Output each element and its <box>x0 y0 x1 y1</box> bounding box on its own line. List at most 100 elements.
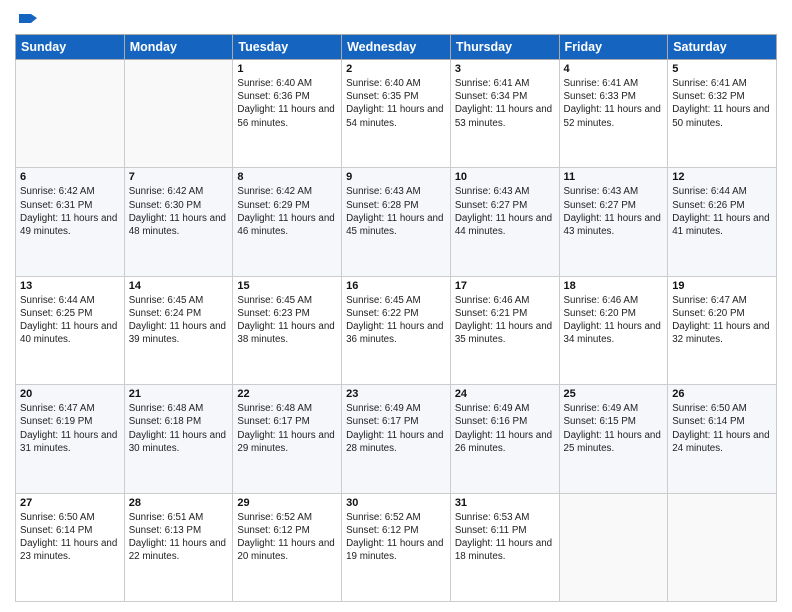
table-row <box>559 493 668 601</box>
table-row: 8 Sunrise: 6:42 AM Sunset: 6:29 PM Daylig… <box>233 168 342 276</box>
day-number: 5 <box>672 63 772 75</box>
day-number: 6 <box>20 171 120 183</box>
day-number: 30 <box>346 497 446 509</box>
table-row: 28 Sunrise: 6:51 AM Sunset: 6:13 PM Dayli… <box>124 493 233 601</box>
logo <box>15 10 39 26</box>
table-row: 11 Sunrise: 6:43 AM Sunset: 6:27 PM Dayli… <box>559 168 668 276</box>
day-number: 29 <box>237 497 337 509</box>
calendar-week-2: 13Sunrise: 6:44 AM Sunset: 6:25 PM Dayli… <box>16 276 777 384</box>
table-row: 27 Sunrise: 6:50 AM Sunset: 6:14 PM Dayli… <box>16 493 125 601</box>
col-friday: Friday <box>559 35 668 60</box>
table-row: 22Sunrise: 6:48 AM Sunset: 6:17 PM Dayli… <box>233 385 342 493</box>
day-number: 10 <box>455 171 555 183</box>
table-row: 23Sunrise: 6:49 AM Sunset: 6:17 PM Dayli… <box>342 385 451 493</box>
day-number: 27 <box>20 497 120 509</box>
day-number: 23 <box>346 388 446 400</box>
table-row <box>668 493 777 601</box>
day-info: Sunrise: 6:41 AM Sunset: 6:33 PM Dayligh… <box>564 77 664 130</box>
day-number: 28 <box>129 497 229 509</box>
table-row <box>124 60 233 168</box>
day-number: 16 <box>346 280 446 292</box>
table-row: 5 Sunrise: 6:41 AM Sunset: 6:32 PM Daylig… <box>668 60 777 168</box>
day-info: Sunrise: 6:50 AM Sunset: 6:14 PM Dayligh… <box>20 511 120 564</box>
day-info: Sunrise: 6:40 AM Sunset: 6:35 PM Dayligh… <box>346 77 446 130</box>
day-number: 20 <box>20 388 120 400</box>
day-info: Sunrise: 6:50 AM Sunset: 6:14 PM Dayligh… <box>672 402 772 455</box>
day-number: 12 <box>672 171 772 183</box>
day-number: 1 <box>237 63 337 75</box>
table-row <box>16 60 125 168</box>
table-row: 24 Sunrise: 6:49 AM Sunset: 6:16 PM Dayli… <box>450 385 559 493</box>
day-info: Sunrise: 6:41 AM Sunset: 6:34 PM Dayligh… <box>455 77 555 130</box>
day-number: 2 <box>346 63 446 75</box>
calendar-week-1: 6 Sunrise: 6:42 AM Sunset: 6:31 PM Daylig… <box>16 168 777 276</box>
table-row: 15Sunrise: 6:45 AM Sunset: 6:23 PM Dayli… <box>233 276 342 384</box>
table-row: 2 Sunrise: 6:40 AM Sunset: 6:35 PM Daylig… <box>342 60 451 168</box>
day-info: Sunrise: 6:53 AM Sunset: 6:11 PM Dayligh… <box>455 511 555 564</box>
day-number: 17 <box>455 280 555 292</box>
table-row: 3 Sunrise: 6:41 AM Sunset: 6:34 PM Daylig… <box>450 60 559 168</box>
day-info: Sunrise: 6:46 AM Sunset: 6:21 PM Dayligh… <box>455 294 555 347</box>
calendar-week-4: 27 Sunrise: 6:50 AM Sunset: 6:14 PM Dayli… <box>16 493 777 601</box>
col-sunday: Sunday <box>16 35 125 60</box>
day-info: Sunrise: 6:48 AM Sunset: 6:18 PM Dayligh… <box>129 402 229 455</box>
day-number: 26 <box>672 388 772 400</box>
day-number: 4 <box>564 63 664 75</box>
day-number: 11 <box>564 171 664 183</box>
day-number: 15 <box>237 280 337 292</box>
day-info: Sunrise: 6:41 AM Sunset: 6:32 PM Dayligh… <box>672 77 772 130</box>
table-row: 21 Sunrise: 6:48 AM Sunset: 6:18 PM Dayli… <box>124 385 233 493</box>
table-row: 19Sunrise: 6:47 AM Sunset: 6:20 PM Dayli… <box>668 276 777 384</box>
table-row: 29 Sunrise: 6:52 AM Sunset: 6:12 PM Dayli… <box>233 493 342 601</box>
day-info: Sunrise: 6:42 AM Sunset: 6:31 PM Dayligh… <box>20 185 120 238</box>
calendar-week-0: 1 Sunrise: 6:40 AM Sunset: 6:36 PM Daylig… <box>16 60 777 168</box>
day-number: 31 <box>455 497 555 509</box>
table-row: 10 Sunrise: 6:43 AM Sunset: 6:27 PM Dayli… <box>450 168 559 276</box>
table-row: 26 Sunrise: 6:50 AM Sunset: 6:14 PM Dayli… <box>668 385 777 493</box>
table-row: 12 Sunrise: 6:44 AM Sunset: 6:26 PM Dayli… <box>668 168 777 276</box>
header <box>15 10 777 26</box>
day-number: 25 <box>564 388 664 400</box>
table-row: 16 Sunrise: 6:45 AM Sunset: 6:22 PM Dayli… <box>342 276 451 384</box>
day-info: Sunrise: 6:49 AM Sunset: 6:15 PM Dayligh… <box>564 402 664 455</box>
day-info: Sunrise: 6:43 AM Sunset: 6:27 PM Dayligh… <box>564 185 664 238</box>
table-row: 6 Sunrise: 6:42 AM Sunset: 6:31 PM Daylig… <box>16 168 125 276</box>
day-info: Sunrise: 6:49 AM Sunset: 6:16 PM Dayligh… <box>455 402 555 455</box>
day-info: Sunrise: 6:52 AM Sunset: 6:12 PM Dayligh… <box>237 511 337 564</box>
table-row: 14 Sunrise: 6:45 AM Sunset: 6:24 PM Dayli… <box>124 276 233 384</box>
day-info: Sunrise: 6:44 AM Sunset: 6:25 PM Dayligh… <box>20 294 120 347</box>
col-wednesday: Wednesday <box>342 35 451 60</box>
page: Sunday Monday Tuesday Wednesday Thursday… <box>0 0 792 612</box>
day-number: 21 <box>129 388 229 400</box>
day-info: Sunrise: 6:44 AM Sunset: 6:26 PM Dayligh… <box>672 185 772 238</box>
col-saturday: Saturday <box>668 35 777 60</box>
day-info: Sunrise: 6:43 AM Sunset: 6:27 PM Dayligh… <box>455 185 555 238</box>
day-number: 9 <box>346 171 446 183</box>
table-row: 20 Sunrise: 6:47 AM Sunset: 6:19 PM Dayli… <box>16 385 125 493</box>
table-row: 17 Sunrise: 6:46 AM Sunset: 6:21 PM Dayli… <box>450 276 559 384</box>
day-number: 14 <box>129 280 229 292</box>
calendar-table: Sunday Monday Tuesday Wednesday Thursday… <box>15 34 777 602</box>
day-info: Sunrise: 6:51 AM Sunset: 6:13 PM Dayligh… <box>129 511 229 564</box>
day-number: 3 <box>455 63 555 75</box>
table-row: 25 Sunrise: 6:49 AM Sunset: 6:15 PM Dayli… <box>559 385 668 493</box>
col-tuesday: Tuesday <box>233 35 342 60</box>
day-number: 18 <box>564 280 664 292</box>
logo-icon <box>17 10 39 32</box>
table-row: 4 Sunrise: 6:41 AM Sunset: 6:33 PM Daylig… <box>559 60 668 168</box>
day-info: Sunrise: 6:45 AM Sunset: 6:22 PM Dayligh… <box>346 294 446 347</box>
day-info: Sunrise: 6:40 AM Sunset: 6:36 PM Dayligh… <box>237 77 337 130</box>
day-info: Sunrise: 6:45 AM Sunset: 6:24 PM Dayligh… <box>129 294 229 347</box>
table-row: 7Sunrise: 6:42 AM Sunset: 6:30 PM Daylig… <box>124 168 233 276</box>
header-row: Sunday Monday Tuesday Wednesday Thursday… <box>16 35 777 60</box>
table-row: 13Sunrise: 6:44 AM Sunset: 6:25 PM Dayli… <box>16 276 125 384</box>
day-info: Sunrise: 6:47 AM Sunset: 6:19 PM Dayligh… <box>20 402 120 455</box>
table-row: 1 Sunrise: 6:40 AM Sunset: 6:36 PM Daylig… <box>233 60 342 168</box>
day-info: Sunrise: 6:42 AM Sunset: 6:29 PM Dayligh… <box>237 185 337 238</box>
day-number: 7 <box>129 171 229 183</box>
day-number: 24 <box>455 388 555 400</box>
col-monday: Monday <box>124 35 233 60</box>
day-info: Sunrise: 6:43 AM Sunset: 6:28 PM Dayligh… <box>346 185 446 238</box>
calendar-week-3: 20 Sunrise: 6:47 AM Sunset: 6:19 PM Dayli… <box>16 385 777 493</box>
day-number: 8 <box>237 171 337 183</box>
